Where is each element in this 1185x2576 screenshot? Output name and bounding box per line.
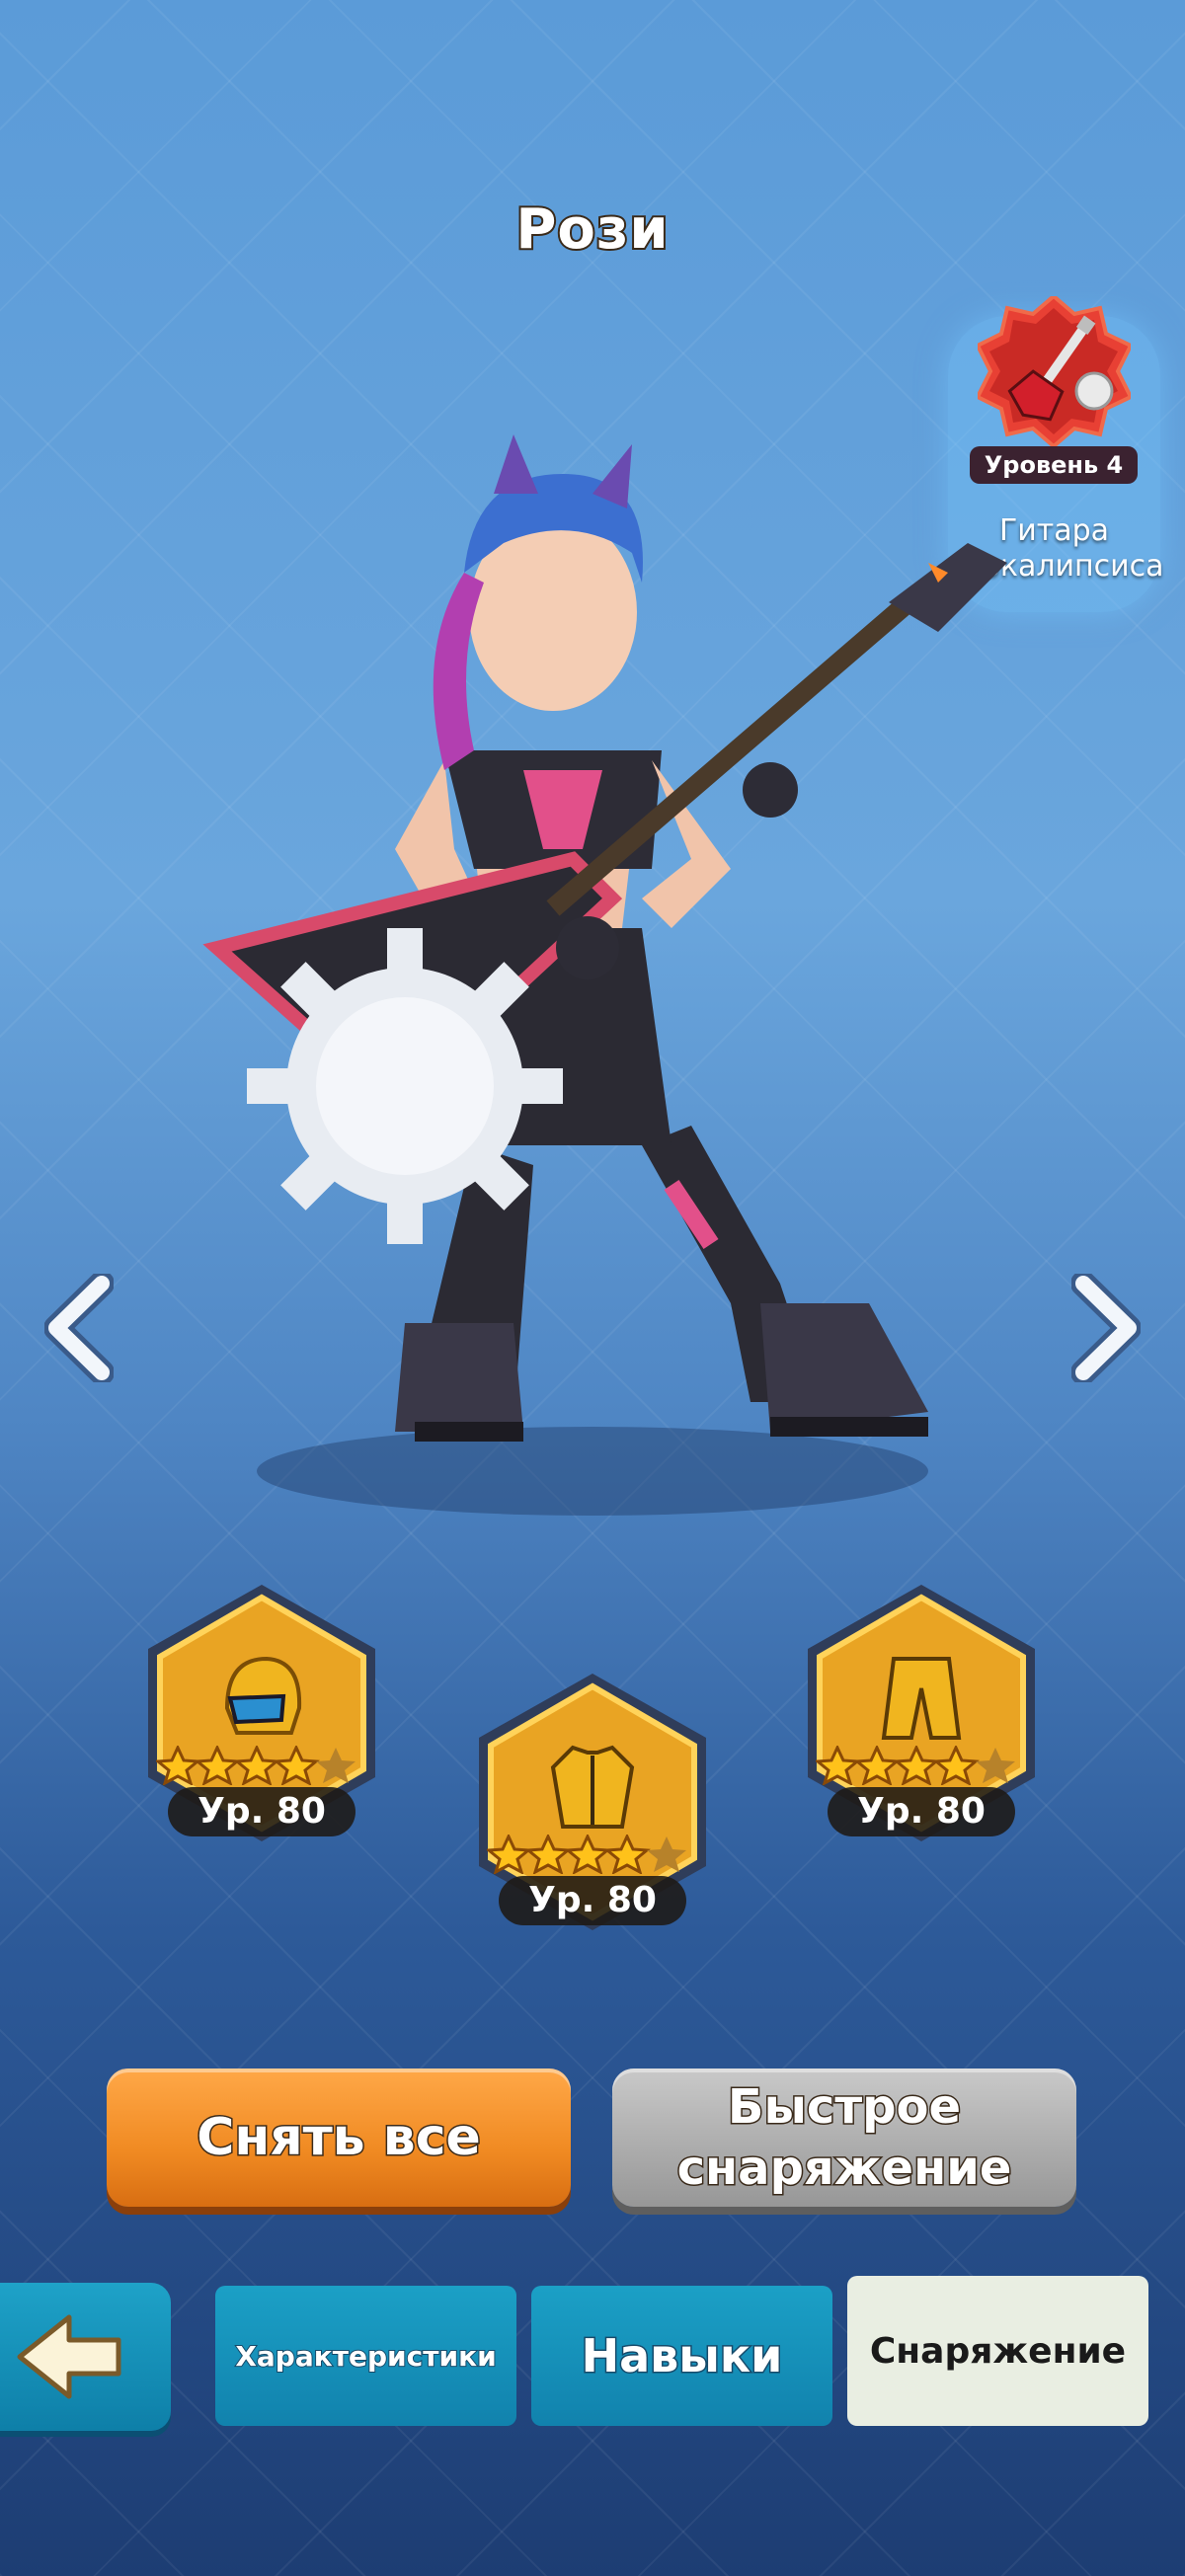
chevron-left-icon[interactable]	[44, 1274, 114, 1382]
quick-equip-button[interactable]: Быстрое снаряжение	[612, 2069, 1076, 2207]
chevron-right-icon[interactable]	[1071, 1274, 1141, 1382]
tab-equipment[interactable]: Снаряжение	[847, 2276, 1148, 2426]
star-rating	[816, 1746, 1033, 1785]
hero-character	[202, 434, 1007, 1516]
back-button[interactable]	[0, 2283, 171, 2431]
gear-slot-helmet[interactable]: Ур. 80	[138, 1580, 385, 1856]
helmet-icon	[224, 1656, 302, 1735]
star-rating	[156, 1746, 373, 1785]
unequip-all-button[interactable]: Снять все	[107, 2069, 571, 2207]
back-arrow-icon	[17, 2314, 121, 2399]
gear-slot-pants[interactable]: Ур. 80	[798, 1580, 1045, 1856]
gear-level: Ур. 80	[168, 1787, 356, 1836]
pants-icon	[881, 1657, 962, 1740]
quick-equip-label-line2: снаряжение	[675, 2140, 1013, 2198]
tab-stats[interactable]: Характеристики	[215, 2286, 516, 2426]
gear-slot-jacket[interactable]: Ур. 80	[469, 1669, 716, 1945]
hero-name: Рози	[514, 195, 670, 264]
quick-equip-label-line1: Быстрое	[726, 2078, 962, 2137]
jacket-icon	[550, 1745, 635, 1829]
gear-level: Ур. 80	[828, 1787, 1015, 1836]
star-rating	[487, 1834, 704, 1874]
tab-skills[interactable]: Навыки	[531, 2286, 832, 2426]
gear-level: Ур. 80	[499, 1876, 686, 1925]
